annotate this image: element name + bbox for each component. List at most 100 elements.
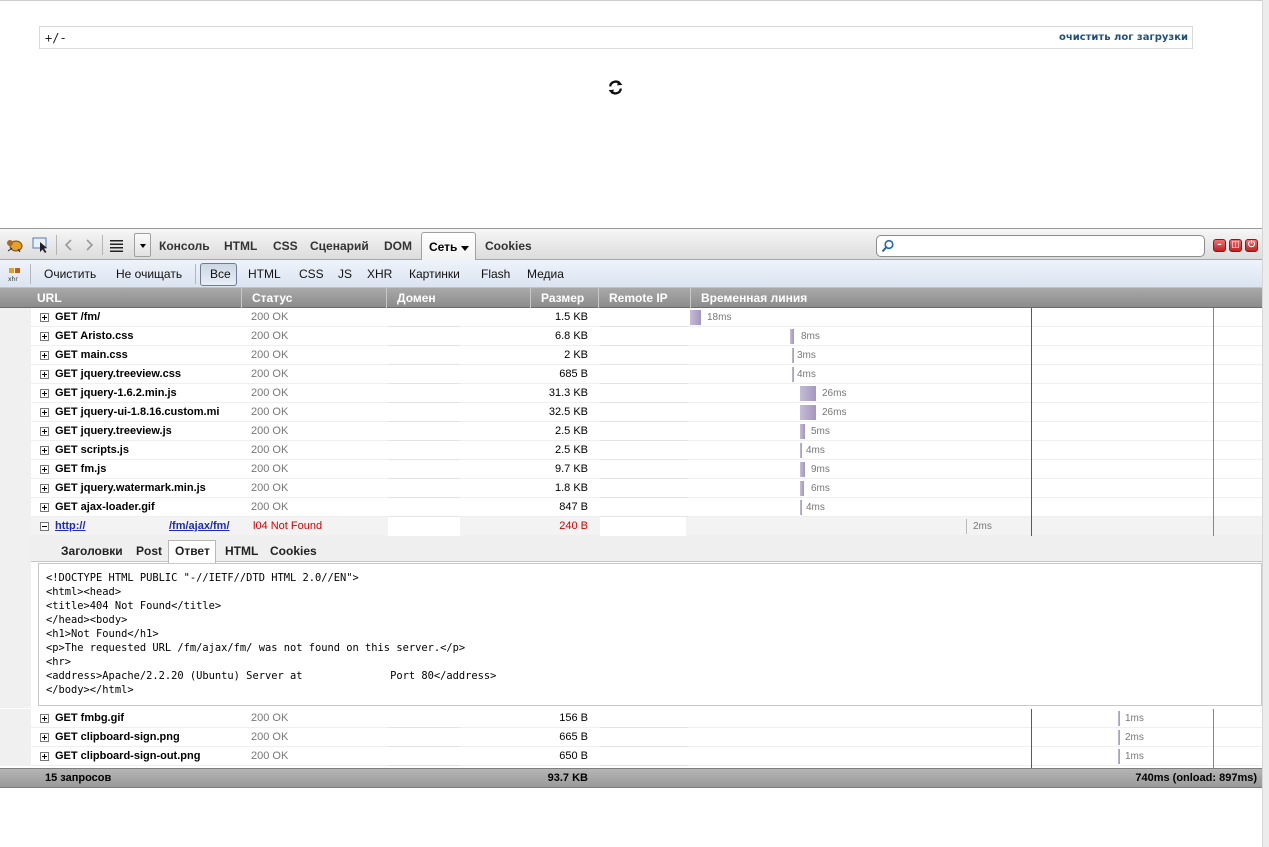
col-domain[interactable]: Домен — [397, 291, 436, 305]
tab-css[interactable]: CSS — [273, 239, 298, 253]
request-url[interactable]: GET jquery.treeview.css — [55, 368, 235, 380]
expand-icon[interactable] — [40, 370, 49, 379]
tab-net[interactable]: Сеть — [421, 232, 476, 261]
search-input[interactable] — [876, 235, 1205, 257]
expand-icon[interactable] — [40, 714, 49, 723]
col-status[interactable]: Статус — [252, 291, 292, 305]
filter-xhr[interactable]: XHR — [367, 267, 392, 281]
tab-response[interactable]: Ответ — [175, 544, 210, 558]
minimize-icon[interactable]: – — [1213, 239, 1226, 252]
clear-log-link[interactable]: очистить лог загрузки — [1059, 32, 1188, 43]
forward-icon[interactable] — [80, 237, 98, 253]
tab-response-html[interactable]: HTML — [225, 544, 258, 558]
tab-script[interactable]: Сценарий — [310, 239, 369, 253]
filter-media[interactable]: Медиа — [527, 267, 564, 281]
table-row[interactable]: GET jquery.treeview.css 200 OK 685 B 4ms — [0, 365, 1262, 384]
timeline-bar — [792, 367, 794, 382]
remote-ip-cell — [600, 765, 688, 766]
col-timeline[interactable]: Временная линия — [701, 291, 807, 305]
table-row-error[interactable]: http:// /fm/ajax/fm/ l04 Not Found 240 B… — [0, 517, 1262, 536]
table-row[interactable]: GET ajax-loader.gif 200 OK 847 B 4ms — [0, 498, 1262, 517]
expand-icon[interactable] — [40, 484, 49, 493]
inspect-icon[interactable] — [32, 237, 50, 253]
tab-dom[interactable]: DOM — [384, 239, 412, 253]
chevron-down-icon[interactable] — [461, 246, 469, 251]
request-url[interactable]: GET jquery.watermark.min.js — [55, 482, 235, 494]
filter-images[interactable]: Картинки — [409, 267, 460, 281]
request-time: 26ms — [822, 407, 847, 418]
table-row[interactable]: GET jquery-1.6.2.min.js 200 OK 31.3 KB 26ms — [0, 384, 1262, 403]
tab-html[interactable]: HTML — [224, 239, 257, 253]
filter-all-label[interactable]: Все — [210, 267, 231, 281]
menu-dropdown-button[interactable] — [134, 233, 151, 257]
tab-cookies[interactable]: Cookies — [485, 239, 532, 253]
expand-icon[interactable] — [40, 332, 49, 341]
request-url[interactable]: GET jquery.treeview.js — [55, 425, 235, 437]
table-row[interactable]: GET Aristo.css 200 OK 6.8 KB 8ms — [0, 327, 1262, 346]
request-url[interactable]: GET fm.js — [55, 463, 235, 475]
row-gutter — [0, 517, 31, 536]
table-row[interactable]: GET jquery.treeview.js 200 OK 2.5 KB 5ms — [0, 422, 1262, 441]
row-gutter — [0, 460, 31, 479]
close-icon[interactable]: ⏻ — [1245, 239, 1258, 252]
tab-post[interactable]: Post — [136, 544, 162, 558]
request-time: 4ms — [806, 502, 825, 513]
expand-icon[interactable] — [40, 446, 49, 455]
back-icon[interactable] — [60, 237, 78, 253]
col-remote-ip[interactable]: Remote IP — [609, 291, 668, 305]
filter-html[interactable]: HTML — [248, 267, 281, 281]
chevron-down-icon — [140, 244, 146, 248]
response-body[interactable]: <!DOCTYPE HTML PUBLIC "-//IETF//DTD HTML… — [38, 563, 1262, 706]
table-row[interactable]: GET clipboard-sign.png 200 OK 665 B 2ms — [0, 728, 1262, 747]
request-url[interactable]: GET fmbg.gif — [55, 712, 235, 724]
persist-button[interactable]: Не очищать — [116, 267, 182, 281]
filter-js[interactable]: JS — [338, 267, 352, 281]
expand-icon[interactable] — [40, 313, 49, 322]
table-row[interactable]: GET fmbg.gif 200 OK 156 B 1ms — [0, 709, 1262, 728]
detach-icon[interactable]: ◫ — [1229, 239, 1242, 252]
toggle-button[interactable]: +/- — [45, 31, 67, 45]
request-url[interactable]: GET Aristo.css — [55, 330, 235, 342]
tab-response-cookies[interactable]: Cookies — [270, 544, 317, 558]
request-url[interactable]: GET jquery-ui-1.8.16.custom.mi — [55, 406, 235, 418]
request-url[interactable]: GET ajax-loader.gif — [55, 501, 235, 513]
timeline-bar — [800, 500, 802, 515]
request-url[interactable]: GET clipboard-sign-out.png — [55, 750, 235, 762]
expand-icon[interactable] — [40, 752, 49, 761]
table-row[interactable]: GET jquery.watermark.min.js 200 OK 1.8 KB 6… — [0, 479, 1262, 498]
tab-console[interactable]: Консоль — [159, 239, 210, 253]
table-row[interactable]: GET main.css 200 OK 2 KB 3ms — [0, 346, 1262, 365]
xhr-icon[interactable]: xhr — [8, 267, 22, 282]
expand-icon[interactable] — [40, 389, 49, 398]
firebug-icon[interactable] — [6, 237, 24, 253]
expand-icon[interactable] — [40, 427, 49, 436]
filter-flash[interactable]: Flash — [481, 267, 510, 281]
filter-css[interactable]: CSS — [299, 267, 324, 281]
expand-icon[interactable] — [40, 465, 49, 474]
tab-net-label: Сеть — [429, 240, 458, 254]
table-row[interactable]: GET clipboard-sign-out.png 200 OK 650 B 1ms — [0, 747, 1262, 766]
request-url[interactable]: GET clipboard-sign.png — [55, 731, 235, 743]
table-row[interactable]: GET jquery-ui-1.8.16.custom.mi 200 OK 32.5… — [0, 403, 1262, 422]
expand-icon[interactable] — [40, 733, 49, 742]
col-size[interactable]: Размер — [541, 291, 584, 305]
expand-icon[interactable] — [40, 408, 49, 417]
collapse-icon[interactable] — [40, 522, 49, 531]
error-url-path[interactable]: /fm/ajax/fm/ — [169, 520, 230, 532]
scrollbar[interactable] — [1262, 0, 1269, 847]
table-row[interactable]: GET scripts.js 200 OK 2.5 KB 4ms — [0, 441, 1262, 460]
request-size: 31.3 KB — [548, 387, 588, 399]
request-url[interactable]: GET /fm/ — [55, 311, 235, 323]
request-url[interactable]: GET scripts.js — [55, 444, 235, 456]
table-row[interactable]: GET /fm/200 OK 1.5 KB 18ms — [0, 308, 1262, 327]
expand-icon[interactable] — [40, 351, 49, 360]
request-url[interactable]: GET jquery-1.6.2.min.js — [55, 387, 235, 399]
table-row[interactable]: GET fm.js 200 OK 9.7 KB 9ms — [0, 460, 1262, 479]
request-url[interactable]: GET main.css — [55, 349, 235, 361]
col-url[interactable]: URL — [37, 291, 62, 305]
error-url-prefix[interactable]: http:// — [55, 520, 86, 532]
menu-list-icon[interactable] — [108, 237, 126, 253]
tab-headers[interactable]: Заголовки — [61, 544, 123, 558]
clear-button[interactable]: Очистить — [44, 267, 96, 281]
expand-icon[interactable] — [40, 503, 49, 512]
